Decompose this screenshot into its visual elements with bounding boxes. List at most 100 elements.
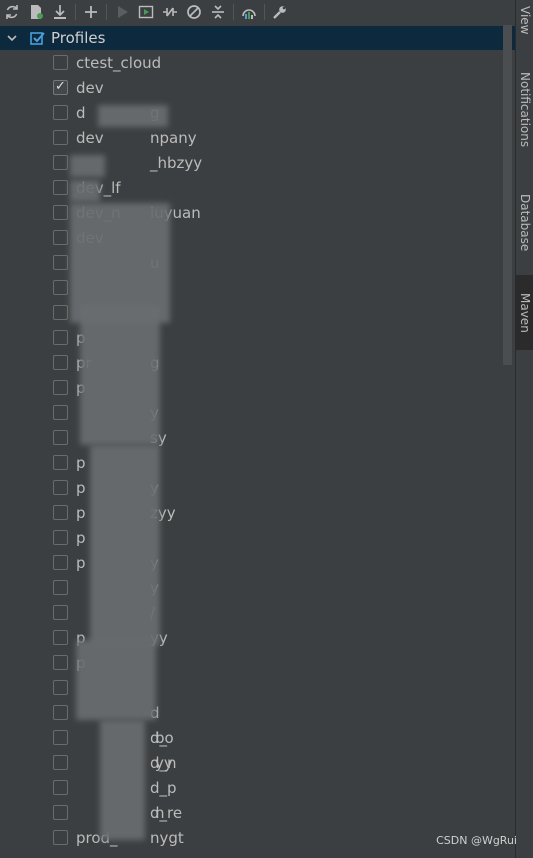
- profile-row[interactable]: p zyy: [0, 500, 500, 525]
- profile-label: p: [76, 503, 86, 522]
- profile-checkbox[interactable]: [53, 180, 68, 195]
- profile-label: p: [76, 453, 86, 472]
- profile-row[interactable]: d_n yy: [0, 750, 500, 775]
- profile-checkbox[interactable]: [53, 405, 68, 420]
- profile-row[interactable]: p: [0, 650, 500, 675]
- profile-checkbox[interactable]: [53, 680, 68, 695]
- profile-row[interactable]: y: [0, 400, 500, 425]
- watermark: CSDN @WgRui: [436, 834, 517, 847]
- profile-row[interactable]: p: [0, 325, 500, 350]
- profile-checkbox[interactable]: [53, 505, 68, 520]
- settings-wrench-icon[interactable]: [268, 0, 292, 24]
- toolbar-separator: [233, 4, 234, 20]
- profile-row[interactable]: p: [0, 525, 500, 550]
- tab-notifications[interactable]: Notifications: [516, 55, 533, 165]
- profile-label: dev: [76, 78, 104, 97]
- skip-tests-icon[interactable]: [182, 0, 206, 24]
- profile-row[interactable]: d: [0, 700, 500, 725]
- execute-goal-icon[interactable]: [134, 0, 158, 24]
- profile-label-suffix: _hbzyy: [150, 153, 203, 172]
- download-icon[interactable]: [48, 0, 72, 24]
- run-icon[interactable]: [110, 0, 134, 24]
- profile-checkbox[interactable]: [53, 255, 68, 270]
- profile-checkbox[interactable]: [53, 705, 68, 720]
- profile-checkbox[interactable]: [53, 655, 68, 670]
- profile-label: p: [76, 478, 86, 497]
- profile-checkbox[interactable]: [53, 780, 68, 795]
- tab-database[interactable]: Database: [516, 180, 533, 265]
- profile-label-suffix: bo: [155, 728, 174, 747]
- profile-row[interactable]: p: [0, 375, 500, 400]
- profile-checkbox[interactable]: [53, 205, 68, 220]
- profile-checkbox[interactable]: [53, 455, 68, 470]
- profile-label: p: [76, 528, 86, 547]
- profile-checkbox[interactable]: [53, 430, 68, 445]
- profile-row[interactable]: d_re n: [0, 800, 500, 825]
- privacy-blur: [100, 720, 145, 840]
- maven-toolbar: [0, 0, 515, 24]
- analyze-dependencies-icon[interactable]: [237, 0, 261, 24]
- profile-checkbox[interactable]: [53, 305, 68, 320]
- profile-row[interactable]: prod_ nygt: [0, 825, 500, 850]
- maven-tree-panel: Profiles ctest_cloud ✓ dev dg dev npany _hbzyy…: [0, 25, 515, 858]
- collapse-all-icon[interactable]: [206, 0, 230, 24]
- tab-maven[interactable]: Maven: [516, 275, 533, 350]
- privacy-blur: [98, 105, 168, 127]
- profile-label: ctest_cloud: [76, 53, 162, 72]
- profile-label: p: [76, 553, 86, 572]
- plus-icon[interactable]: [79, 0, 103, 24]
- profile-row[interactable]: d_ bo: [0, 725, 500, 750]
- profile-row[interactable]: [0, 675, 500, 700]
- profile-row[interactable]: pyy: [0, 625, 500, 650]
- profile-row[interactable]: py: [0, 550, 500, 575]
- profile-checkbox[interactable]: [53, 755, 68, 770]
- profile-row[interactable]: ctest_cloud: [0, 50, 500, 75]
- toolbar-separator: [106, 4, 107, 20]
- profile-checkbox[interactable]: [53, 805, 68, 820]
- profile-label-suffix: yy: [155, 753, 173, 772]
- profile-checkbox[interactable]: [53, 105, 68, 120]
- chevron-down-icon[interactable]: [5, 31, 19, 45]
- profile-checkbox[interactable]: [53, 230, 68, 245]
- profile-checkbox[interactable]: [53, 830, 68, 845]
- profile-checkbox[interactable]: [53, 130, 68, 145]
- profile-row[interactable]: sy: [0, 425, 500, 450]
- profile-checkbox[interactable]: [53, 155, 68, 170]
- profile-label: dev: [76, 128, 104, 147]
- toggle-offline-icon[interactable]: [158, 0, 182, 24]
- profile-checkbox[interactable]: [53, 730, 68, 745]
- profile-checkbox[interactable]: [53, 355, 68, 370]
- profiles-node[interactable]: Profiles: [0, 26, 515, 50]
- checkmark-icon: ✓: [55, 79, 66, 94]
- profile-row[interactable]: dev npany: [0, 125, 500, 150]
- privacy-blur: [70, 180, 100, 202]
- privacy-blur: [76, 640, 156, 720]
- profile-checkbox[interactable]: [53, 330, 68, 345]
- profile-checkbox[interactable]: [53, 580, 68, 595]
- profile-checkbox[interactable]: ✓: [53, 79, 68, 95]
- add-project-icon[interactable]: [24, 0, 48, 24]
- tab-view[interactable]: View: [516, 0, 533, 40]
- profile-row[interactable]: /: [0, 600, 500, 625]
- profile-checkbox[interactable]: [53, 480, 68, 495]
- profile-checkbox[interactable]: [53, 280, 68, 295]
- profile-checkbox[interactable]: [53, 530, 68, 545]
- profile-checkbox[interactable]: [53, 55, 68, 70]
- profile-row[interactable]: d_p: [0, 775, 500, 800]
- profile-checkbox[interactable]: [53, 380, 68, 395]
- profile-row[interactable]: ✓ dev: [0, 75, 500, 100]
- profile-row[interactable]: dg: [0, 100, 500, 125]
- toolbar-separator: [264, 4, 265, 20]
- profile-label: d: [76, 103, 86, 122]
- profile-checkbox[interactable]: [53, 555, 68, 570]
- profile-label-suffix: npany: [150, 128, 197, 147]
- vertical-scrollbar[interactable]: [503, 25, 512, 365]
- profile-checkbox[interactable]: [53, 605, 68, 620]
- reload-icon[interactable]: [0, 0, 24, 24]
- profile-row[interactable]: p: [0, 450, 500, 475]
- profile-row[interactable]: py: [0, 475, 500, 500]
- profile-row[interactable]: prg: [0, 350, 500, 375]
- toolbar-separator: [75, 4, 76, 20]
- profile-checkbox[interactable]: [53, 630, 68, 645]
- profile-row[interactable]: y: [0, 575, 500, 600]
